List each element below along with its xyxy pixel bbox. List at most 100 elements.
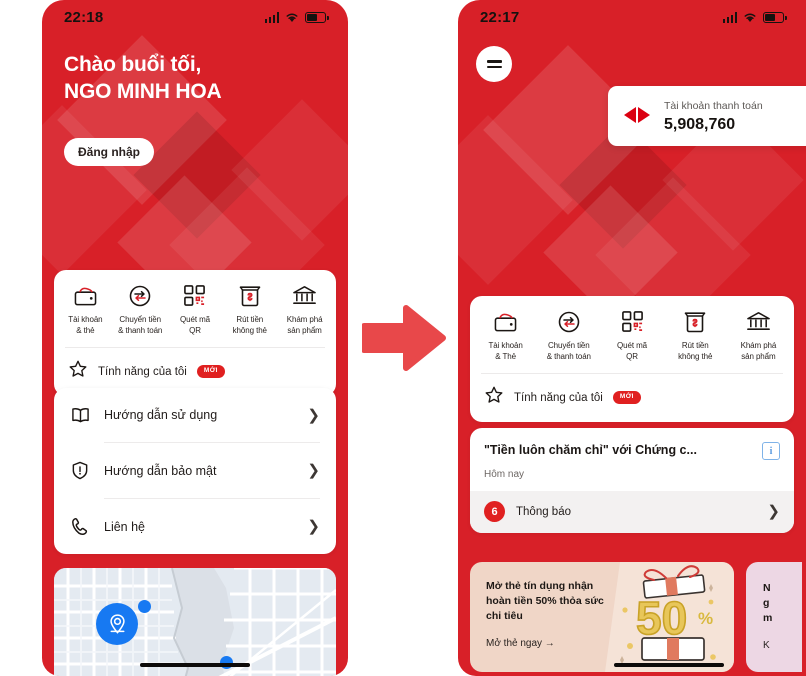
hsbc-hexagon-logo bbox=[624, 107, 650, 124]
menu-item-security-guide[interactable]: Hướng dẫn bảo mật ❯ bbox=[54, 443, 336, 498]
status-bar: 22:17 bbox=[458, 0, 806, 34]
transfer-arrows-icon bbox=[128, 283, 152, 308]
promo-text-block: N g m K bbox=[763, 581, 772, 651]
wallet-icon bbox=[73, 283, 98, 308]
status-bar: 22:18 bbox=[42, 0, 348, 34]
right-arrow-icon bbox=[362, 305, 446, 371]
promo-card-credit-card[interactable]: 50 % Mở thẻ tín dụng nhận hoàn tiền 50% … bbox=[470, 562, 734, 672]
menu-item-label: Liên hệ bbox=[104, 519, 146, 534]
notification-title-row: "Tiền luôn chăm chỉ" với Chứng c... i bbox=[484, 442, 780, 460]
status-icons bbox=[264, 11, 329, 23]
qr-code-icon bbox=[183, 283, 206, 308]
map-marker-dot bbox=[138, 600, 151, 613]
my-features-row[interactable]: Tính năng của tôi MỚI bbox=[470, 374, 794, 422]
menu-item-label: Hướng dẫn bảo mật bbox=[104, 463, 217, 478]
quick-action-transfer[interactable]: Chuyển tiền & thanh toán bbox=[113, 283, 168, 336]
quick-action-label: Rút tiền không thẻ bbox=[232, 315, 267, 335]
notifications-row[interactable]: 6 Thông báo ❯ bbox=[470, 491, 794, 533]
map-card[interactable] bbox=[54, 568, 336, 676]
promo-card-next[interactable]: N g m K bbox=[746, 562, 802, 672]
balance-amount: 5,908,760 bbox=[664, 116, 736, 133]
notification-header: "Tiền luôn chăm chỉ" với Chứng c... i Hô… bbox=[470, 428, 794, 491]
wifi-icon bbox=[744, 13, 756, 22]
quick-action-label: Khám phá sản phẩm bbox=[740, 341, 777, 361]
notification-title: "Tiền luôn chăm chỉ" với Chứng c... bbox=[484, 443, 697, 457]
promo-cta-link[interactable]: K bbox=[763, 640, 772, 651]
promo-cta-link[interactable]: Mở thẻ ngay → bbox=[486, 638, 626, 649]
quick-actions-row: Tài khoản& thẻ Chuyển tiền& thanh toán bbox=[54, 270, 336, 347]
phone-right: 22:17 Tài khoản thanh toán 5,908,760 Tài… bbox=[458, 0, 806, 676]
quick-action-explore-products[interactable]: Khám phá sản phẩm bbox=[727, 309, 790, 362]
quick-action-label: Rút tiền không thẻ bbox=[678, 341, 713, 361]
quick-action-label: Quét mã QR bbox=[180, 315, 210, 335]
status-time: 22:18 bbox=[64, 8, 104, 26]
star-icon bbox=[68, 359, 88, 384]
status-time: 22:17 bbox=[480, 8, 520, 26]
shield-alert-icon bbox=[70, 461, 90, 480]
promo-text-block: Mở thẻ tín dụng nhận hoàn tiền 50% thỏa … bbox=[486, 579, 626, 649]
new-badge: MỚI bbox=[612, 391, 641, 405]
notification-card: "Tiền luôn chăm chỉ" với Chứng c... i Hô… bbox=[470, 428, 794, 533]
phone-left: 22:18 Chào buổi tối, NGO MINH HOA Đăng n… bbox=[42, 0, 348, 676]
quick-action-label: Khám phá sản phẩm bbox=[286, 315, 323, 335]
phone-icon bbox=[70, 517, 90, 536]
location-pin-icon bbox=[107, 613, 128, 635]
svg-text:%: % bbox=[698, 609, 713, 628]
promo-headline: N g m bbox=[763, 582, 773, 625]
quick-action-label: Tài khoản & Thẻ bbox=[488, 341, 523, 361]
login-button[interactable]: Đăng nhập bbox=[64, 138, 154, 166]
help-menu-card: Hướng dẫn sử dụng ❯ Hướng dẫn bảo mật ❯ bbox=[54, 388, 336, 554]
quick-action-qr[interactable]: Quét mã QR bbox=[168, 283, 223, 336]
home-indicator bbox=[614, 662, 724, 667]
qr-code-icon bbox=[621, 309, 644, 334]
svg-text:50: 50 bbox=[636, 592, 687, 644]
promo-headline: Mở thẻ tín dụng nhận hoàn tiền 50% thỏa … bbox=[486, 580, 604, 622]
quick-actions-row: Tài khoản& Thẻ Chuyển tiền& thanh toán bbox=[470, 296, 794, 373]
greeting-line-2: NGO MINH HOA bbox=[64, 79, 222, 103]
quick-action-cardless-withdraw[interactable]: Rút tiền không thẻ bbox=[222, 283, 277, 336]
quick-action-explore-products[interactable]: Khám phá sản phẩm bbox=[277, 283, 332, 336]
atm-cash-icon bbox=[239, 283, 261, 308]
quick-action-accounts[interactable]: Tài khoản & thẻ bbox=[58, 283, 113, 336]
my-features-label: Tính năng của tôi bbox=[514, 391, 603, 404]
wifi-icon bbox=[286, 13, 298, 22]
quick-action-cardless-withdraw[interactable]: Rút tiền không thẻ bbox=[664, 309, 727, 362]
chevron-right-icon: ❯ bbox=[767, 503, 780, 520]
wallet-icon bbox=[493, 309, 518, 334]
menu-item-label: Hướng dẫn sử dụng bbox=[104, 408, 218, 422]
transfer-arrows-icon bbox=[557, 309, 581, 334]
quick-action-label: Tài khoản & thẻ bbox=[68, 315, 103, 335]
notification-subtitle: Hôm nay bbox=[484, 469, 525, 480]
chevron-right-icon: ❯ bbox=[307, 462, 320, 479]
quick-action-accounts[interactable]: Tài khoản & Thẻ bbox=[474, 309, 537, 362]
menu-item-contact[interactable]: Liên hệ ❯ bbox=[54, 499, 336, 554]
star-icon bbox=[484, 385, 504, 410]
quick-action-transfer[interactable]: Chuyển tiền & thanh toán bbox=[537, 309, 600, 362]
home-indicator bbox=[140, 662, 250, 667]
battery-icon bbox=[763, 11, 787, 23]
chevron-right-icon: ❯ bbox=[307, 406, 320, 424]
hamburger-menu-icon[interactable] bbox=[476, 46, 512, 82]
locate-me-button[interactable] bbox=[96, 603, 138, 645]
greeting-block: Chào buổi tối, NGO MINH HOA bbox=[64, 52, 222, 106]
bank-building-icon bbox=[746, 309, 771, 334]
chevron-right-icon: ❯ bbox=[307, 518, 320, 535]
balance-label: Tài khoản thanh toán bbox=[664, 100, 763, 112]
balance-card[interactable]: Tài khoản thanh toán 5,908,760 bbox=[608, 86, 806, 146]
greeting-line-1: Chào buổi tối, bbox=[64, 53, 202, 76]
atm-cash-icon bbox=[684, 309, 706, 334]
quick-action-qr[interactable]: Quét mã QR bbox=[600, 309, 663, 362]
quick-actions-card: Tài khoản& thẻ Chuyển tiền& thanh toán bbox=[54, 270, 336, 397]
book-icon bbox=[70, 406, 90, 424]
quick-action-label: Chuyển tiền & thanh toán bbox=[546, 341, 591, 361]
notifications-label: Thông báo bbox=[516, 505, 571, 518]
quick-action-label: Quét mã QR bbox=[617, 341, 647, 361]
quick-actions-card: Tài khoản& Thẻ Chuyển tiền& thanh toán bbox=[470, 296, 794, 423]
cellular-signal-icon bbox=[722, 11, 737, 23]
status-icons bbox=[722, 11, 787, 23]
new-badge: MỚI bbox=[196, 365, 225, 379]
cellular-signal-icon bbox=[264, 11, 279, 23]
bank-building-icon bbox=[292, 283, 317, 308]
menu-item-user-guide[interactable]: Hướng dẫn sử dụng ❯ bbox=[54, 388, 336, 442]
info-icon[interactable]: i bbox=[762, 442, 780, 460]
